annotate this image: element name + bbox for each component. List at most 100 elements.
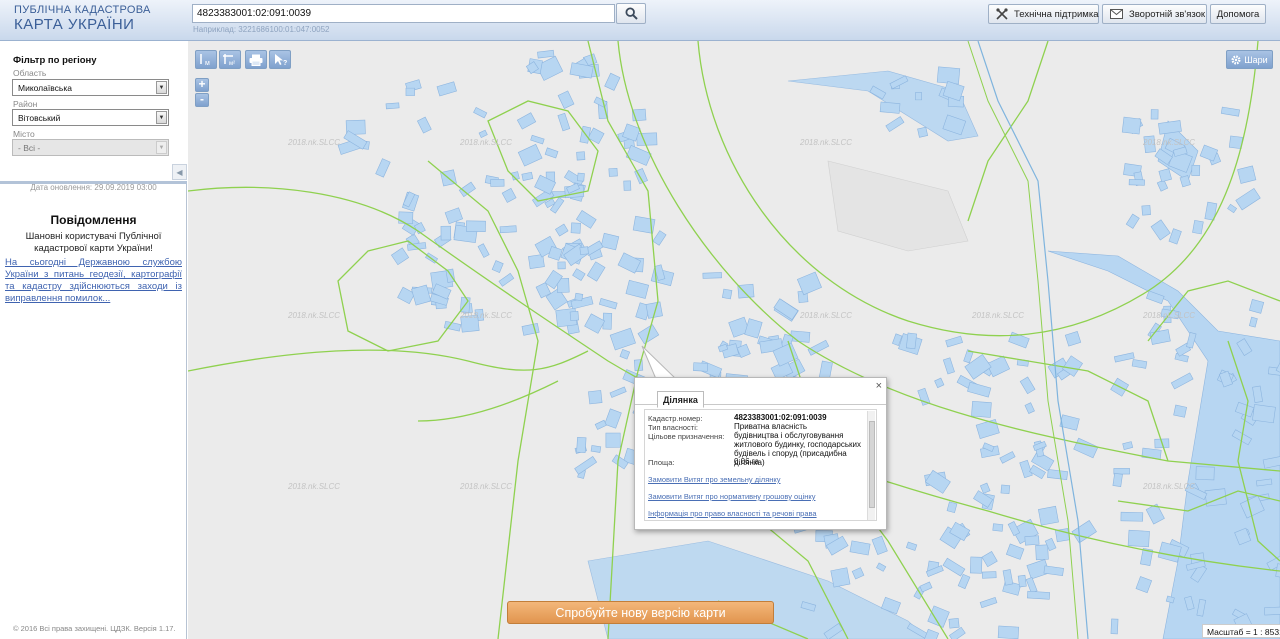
parcel[interactable]: [385, 102, 400, 110]
collapse-sidebar-button[interactable]: ◀: [172, 164, 187, 180]
parcel[interactable]: [1017, 574, 1027, 588]
parcel[interactable]: [1113, 352, 1135, 363]
parcel[interactable]: [590, 445, 602, 453]
parcel[interactable]: [1000, 484, 1011, 495]
parcel[interactable]: [574, 455, 598, 475]
parcel[interactable]: [1035, 544, 1049, 561]
feedback-button[interactable]: Зворотній зв'язок: [1102, 4, 1207, 24]
help-button[interactable]: Допомога: [1210, 4, 1266, 24]
parcel[interactable]: [1191, 164, 1201, 176]
valuation-extract-link[interactable]: Замовити Витяг про нормативну грошову оц…: [648, 492, 815, 501]
parcel[interactable]: [1195, 466, 1215, 481]
parcel[interactable]: [1220, 106, 1240, 117]
parcel[interactable]: [871, 535, 888, 556]
parcel[interactable]: [521, 323, 540, 336]
parcel[interactable]: [600, 232, 620, 251]
parcel[interactable]: [979, 597, 998, 609]
parcel[interactable]: [517, 143, 543, 167]
parcel[interactable]: [1073, 437, 1099, 459]
identify-button[interactable]: ?: [269, 50, 291, 69]
parcel[interactable]: [975, 419, 1000, 439]
parcel[interactable]: [948, 626, 966, 639]
parcel[interactable]: [1120, 511, 1144, 522]
parcel[interactable]: [537, 49, 555, 59]
parcel[interactable]: [948, 617, 960, 629]
measure-area-button[interactable]: м²: [219, 50, 241, 69]
parcel[interactable]: [1237, 165, 1257, 184]
parcel[interactable]: [588, 390, 603, 405]
parcel[interactable]: [919, 581, 933, 593]
parcel[interactable]: [934, 377, 945, 389]
parcel[interactable]: [605, 432, 621, 448]
parcel[interactable]: [917, 126, 929, 138]
parcel[interactable]: [398, 211, 414, 225]
parcel[interactable]: [879, 101, 901, 114]
parcel[interactable]: [1125, 213, 1140, 229]
parcel[interactable]: [830, 567, 851, 588]
parcel[interactable]: [473, 106, 488, 119]
measure-distance-button[interactable]: м: [195, 50, 217, 69]
parcel[interactable]: [1122, 441, 1134, 450]
rights-info-link[interactable]: Інформація про право власності та речові…: [648, 509, 817, 518]
parcel[interactable]: [1110, 618, 1119, 635]
scrollbar-thumb[interactable]: [869, 421, 875, 508]
layers-button[interactable]: Шари: [1226, 50, 1273, 69]
parcel[interactable]: [849, 540, 871, 556]
parcel[interactable]: [405, 87, 415, 96]
support-button[interactable]: Технічна підтримка: [988, 4, 1099, 24]
parcel[interactable]: [501, 187, 517, 203]
parcel[interactable]: [1019, 459, 1033, 479]
parcel[interactable]: [1192, 219, 1204, 235]
parcel[interactable]: [569, 310, 580, 322]
parcel[interactable]: [1121, 116, 1142, 135]
parcel[interactable]: [625, 279, 650, 299]
parcel[interactable]: [1112, 472, 1123, 487]
parcel[interactable]: [652, 230, 667, 246]
parcel[interactable]: [478, 129, 488, 138]
parcel[interactable]: [555, 223, 569, 237]
parcel[interactable]: [572, 268, 586, 281]
zoom-out-button[interactable]: -: [195, 93, 209, 107]
parcel[interactable]: [979, 482, 991, 494]
parcel[interactable]: [981, 571, 997, 579]
parcel[interactable]: [574, 292, 584, 302]
parcel[interactable]: [997, 625, 1020, 639]
parcel[interactable]: [1173, 404, 1187, 418]
parcel[interactable]: [905, 332, 917, 350]
parcel[interactable]: [924, 469, 951, 494]
parcel[interactable]: [1043, 565, 1064, 577]
parcel[interactable]: [1186, 332, 1197, 349]
parcel[interactable]: [1248, 316, 1258, 328]
parcel[interactable]: [436, 81, 457, 97]
parcel[interactable]: [521, 171, 534, 181]
parcel[interactable]: [608, 167, 618, 177]
parcel[interactable]: [594, 419, 607, 430]
parcel[interactable]: [1150, 109, 1159, 120]
parcel[interactable]: [1168, 228, 1182, 245]
parcel[interactable]: [967, 381, 992, 398]
parcel[interactable]: [851, 567, 865, 580]
parcel[interactable]: [1227, 203, 1238, 214]
parcel[interactable]: [1150, 219, 1171, 241]
parcel[interactable]: [1131, 359, 1148, 369]
region-select[interactable]: Миколаївська ▼: [12, 79, 169, 96]
parcel[interactable]: [942, 557, 966, 577]
parcel[interactable]: [981, 551, 998, 568]
parcel[interactable]: [375, 158, 391, 178]
parcel[interactable]: [693, 362, 708, 372]
parcel[interactable]: [905, 541, 918, 551]
parcel[interactable]: [516, 112, 537, 130]
parcel[interactable]: [1170, 372, 1194, 390]
parcel[interactable]: [576, 436, 587, 453]
parcel[interactable]: [1024, 402, 1035, 414]
parcel[interactable]: [465, 220, 486, 233]
parcel[interactable]: [971, 400, 992, 418]
zoom-in-button[interactable]: +: [195, 78, 209, 92]
parcel[interactable]: [586, 261, 606, 282]
parcel[interactable]: [992, 523, 1004, 532]
parcel[interactable]: [876, 562, 887, 572]
district-select[interactable]: Вітовський ▼: [12, 109, 169, 126]
parcel[interactable]: [744, 318, 763, 339]
parcel[interactable]: [544, 147, 559, 159]
parcel[interactable]: [722, 288, 733, 300]
